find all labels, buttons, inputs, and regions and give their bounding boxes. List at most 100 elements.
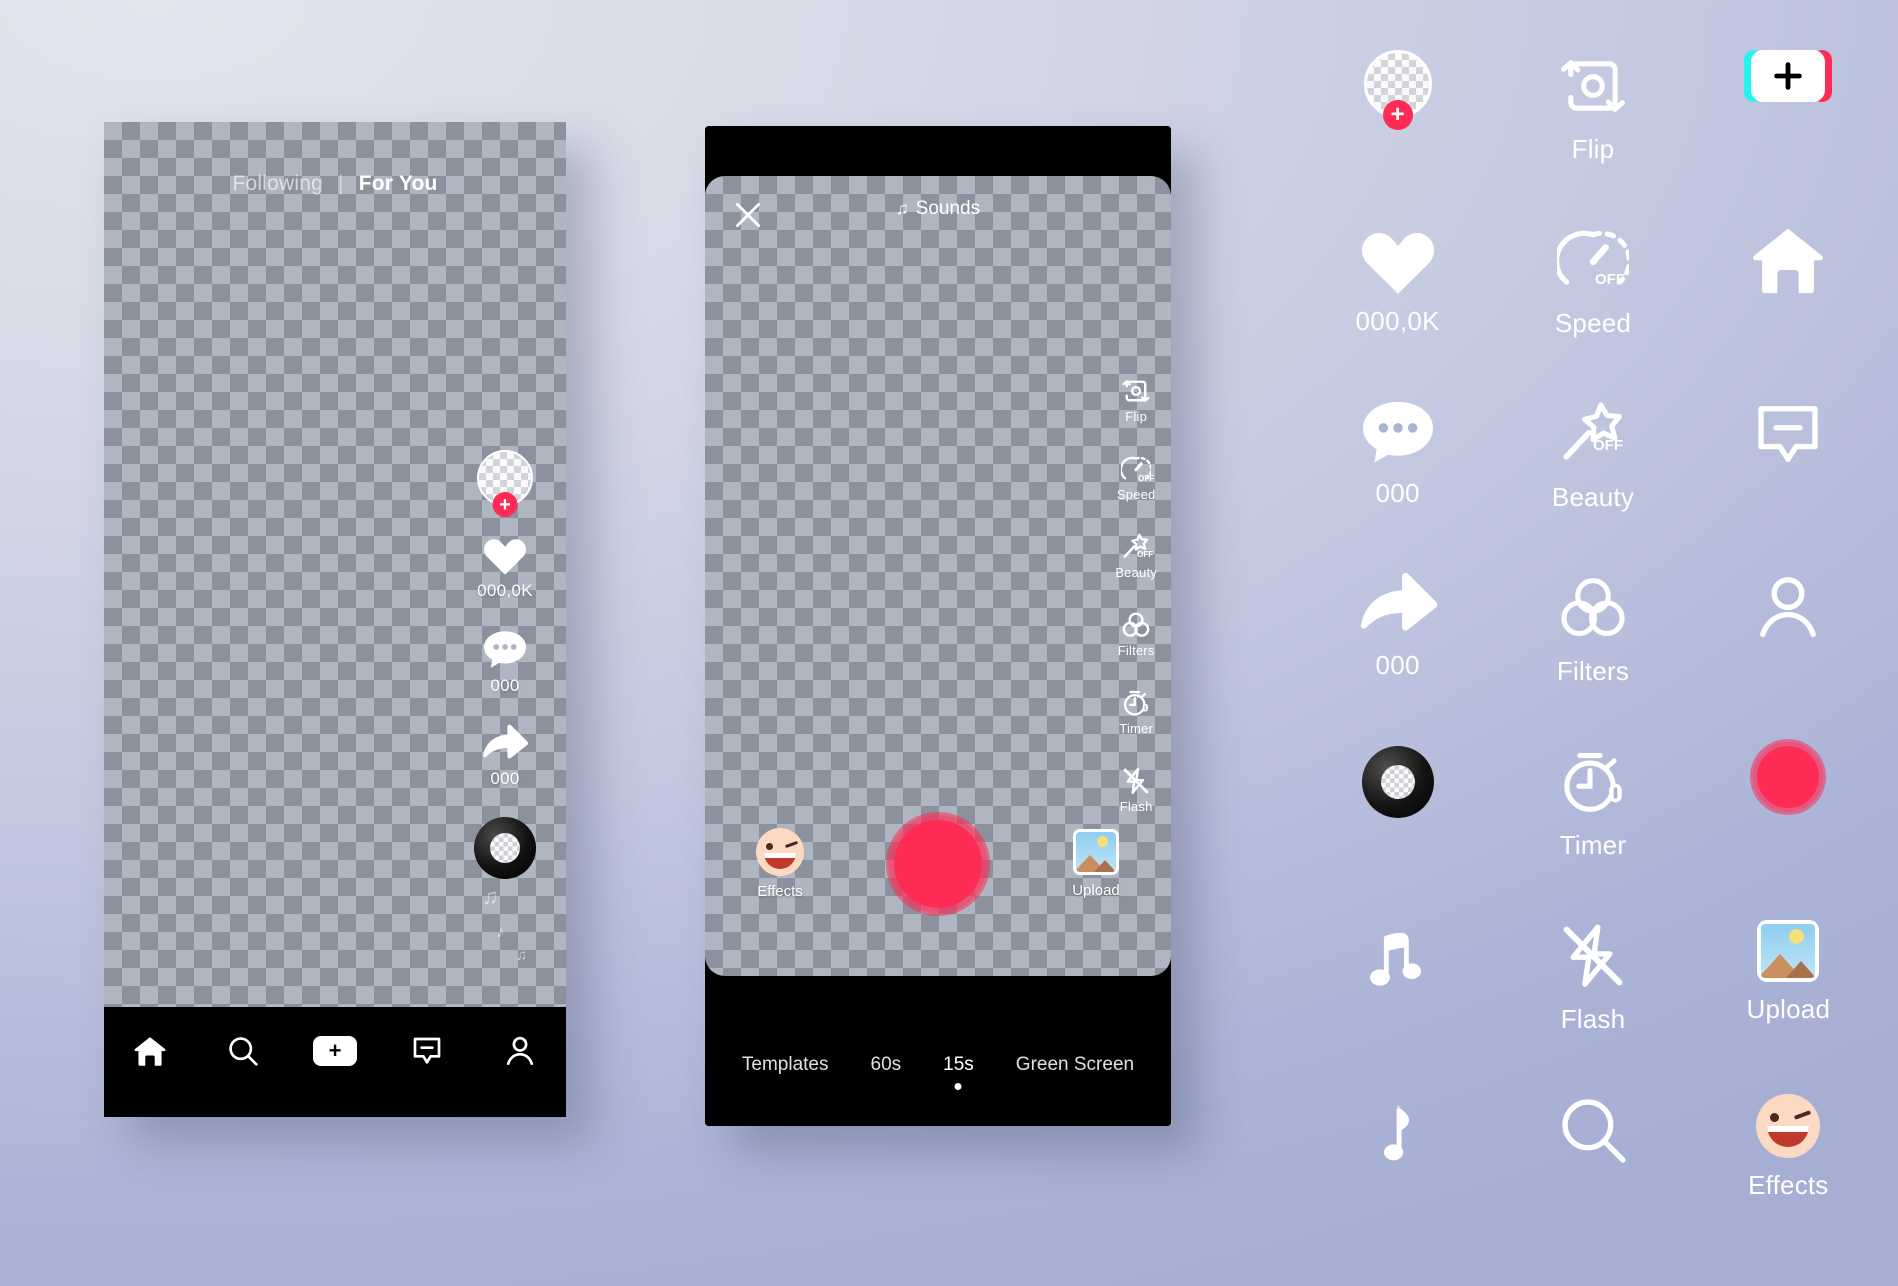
comment-count: 000: [490, 676, 520, 695]
follow-plus-badge[interactable]: +: [1382, 100, 1413, 130]
tool-flip[interactable]: Flip: [1121, 376, 1151, 424]
gallery-item-double-note[interactable]: [1362, 908, 1434, 1094]
flash-icon[interactable]: [1557, 920, 1629, 992]
gallery-item-timer[interactable]: Timer: [1557, 734, 1629, 920]
rail-item-sound-disc[interactable]: [474, 817, 536, 879]
tab-following[interactable]: Following: [232, 172, 323, 195]
mode-60s[interactable]: 60s: [871, 1054, 902, 1090]
effects-icon[interactable]: [756, 828, 804, 876]
flip-icon[interactable]: [1557, 50, 1629, 122]
comment-icon[interactable]: [1359, 398, 1437, 468]
rail-item-share[interactable]: 000: [481, 724, 529, 789]
tool-label-flip: Flip: [1125, 409, 1148, 424]
record-button[interactable]: [894, 820, 982, 908]
nav-item-profile[interactable]: [474, 1025, 566, 1077]
flash-icon[interactable]: [1121, 766, 1151, 796]
music-disc-icon[interactable]: [1361, 746, 1434, 818]
profile-icon[interactable]: [1752, 572, 1824, 644]
inbox-icon[interactable]: [411, 1035, 443, 1067]
gallery-label-filters: Filters: [1556, 656, 1630, 686]
music-disc-icon[interactable]: [474, 817, 536, 879]
beauty-off-badge: OFF: [1137, 550, 1154, 559]
gallery-item-share[interactable]: 000: [1356, 560, 1440, 746]
plus-glyph-icon: [1774, 62, 1803, 90]
rail-item-comment[interactable]: 000: [482, 629, 528, 696]
gallery-item-flip[interactable]: Flip: [1557, 38, 1629, 224]
gallery-item-inbox[interactable]: [1752, 386, 1824, 572]
feed-video-placeholder[interactable]: Following | For You ♫ ♪ ♫ + 000,0K 000 0…: [104, 122, 566, 1007]
phone-camera-screen: ♫ Sounds Flip OFF Speed OFF Beauty Filte…: [705, 126, 1171, 1126]
tool-beauty[interactable]: OFF Beauty: [1115, 532, 1157, 580]
tab-separator: |: [338, 172, 344, 195]
heart-icon[interactable]: [1358, 224, 1438, 296]
phone-feed-screen: Following | For You ♫ ♪ ♫ + 000,0K 000 0…: [104, 122, 566, 1117]
record-icon[interactable]: [894, 820, 982, 908]
effects-button[interactable]: Effects: [744, 828, 816, 900]
share-count: 000: [490, 769, 520, 788]
gallery-item-like[interactable]: 000,0K: [1356, 212, 1440, 398]
upload-icon[interactable]: [1073, 829, 1119, 875]
gallery-item-filters[interactable]: Filters: [1557, 560, 1629, 746]
tool-flash[interactable]: Flash: [1120, 766, 1153, 814]
single-note-icon[interactable]: [1365, 1094, 1431, 1170]
nav-item-home[interactable]: [104, 1025, 196, 1077]
effects-icon[interactable]: [1756, 1094, 1821, 1158]
gallery-item-home[interactable]: [1750, 212, 1826, 398]
tool-filters[interactable]: Filters: [1118, 610, 1155, 658]
inbox-icon[interactable]: [1752, 398, 1824, 470]
gallery-item-flash[interactable]: Flash: [1557, 908, 1629, 1094]
camera-status-bar: [705, 126, 1171, 176]
gallery-item-avatar[interactable]: +: [1363, 38, 1432, 224]
gallery-item-profile[interactable]: [1752, 560, 1824, 746]
flip-icon[interactable]: [1121, 376, 1151, 406]
gallery-item-upload[interactable]: Upload: [1747, 908, 1831, 1094]
sounds-button[interactable]: ♫ Sounds: [705, 198, 1171, 220]
gallery-item-speed[interactable]: OFF Speed: [1554, 212, 1632, 398]
mode-label-templates: Templates: [741, 1054, 829, 1075]
timer-icon[interactable]: [1121, 688, 1151, 718]
camera-tools-rail: Flip OFF Speed OFF Beauty Filters Timer …: [1115, 376, 1157, 814]
gallery-item-search[interactable]: [1557, 1082, 1629, 1268]
record-icon[interactable]: [1757, 746, 1820, 808]
tab-for-you[interactable]: For You: [359, 172, 438, 195]
share-icon[interactable]: [481, 724, 529, 764]
filters-icon[interactable]: [1121, 610, 1151, 640]
upload-icon[interactable]: [1757, 920, 1820, 982]
gallery-item-comment[interactable]: 000: [1359, 386, 1437, 572]
gallery-item-sound-disc[interactable]: [1361, 734, 1434, 920]
comment-icon[interactable]: [482, 629, 528, 671]
gallery-item-single-note[interactable]: [1365, 1082, 1431, 1268]
camera-viewfinder[interactable]: ♫ Sounds Flip OFF Speed OFF Beauty Filte…: [705, 176, 1171, 976]
home-icon[interactable]: [1750, 224, 1826, 296]
tool-speed[interactable]: OFF Speed: [1117, 454, 1156, 502]
double-note-icon[interactable]: [1362, 920, 1434, 996]
mode-green-screen[interactable]: Green Screen: [1016, 1054, 1134, 1090]
share-icon[interactable]: [1356, 572, 1440, 640]
nav-item-inbox[interactable]: [381, 1025, 473, 1077]
create-plus-icon[interactable]: [1744, 50, 1833, 102]
avatar-plus-icon[interactable]: +: [477, 450, 533, 517]
filters-icon[interactable]: [1557, 572, 1629, 644]
create-plus-icon[interactable]: +: [308, 1036, 363, 1066]
beauty-icon[interactable]: [1557, 398, 1629, 470]
search-icon[interactable]: [1557, 1094, 1629, 1166]
search-icon[interactable]: [227, 1035, 259, 1067]
rail-item-avatar[interactable]: +: [477, 450, 533, 517]
timer-icon[interactable]: [1557, 746, 1629, 818]
gallery-item-beauty[interactable]: OFF Beauty: [1552, 386, 1634, 572]
nav-item-create[interactable]: +: [289, 1025, 381, 1077]
gallery-item-record[interactable]: [1757, 734, 1820, 920]
home-icon[interactable]: [133, 1035, 167, 1067]
mode-15s[interactable]: 15s: [943, 1054, 974, 1090]
tool-timer[interactable]: Timer: [1119, 688, 1153, 736]
gallery-item-create[interactable]: [1744, 38, 1833, 224]
upload-button[interactable]: Upload: [1060, 829, 1132, 899]
follow-plus-badge[interactable]: +: [492, 492, 518, 517]
heart-icon[interactable]: [482, 534, 528, 576]
gallery-item-effects[interactable]: Effects: [1748, 1082, 1828, 1268]
mode-templates[interactable]: Templates: [742, 1054, 829, 1090]
profile-icon[interactable]: [504, 1035, 536, 1067]
rail-item-like[interactable]: 000,0K: [477, 534, 533, 601]
avatar-plus-icon[interactable]: +: [1363, 50, 1432, 130]
nav-item-search[interactable]: [196, 1025, 288, 1077]
